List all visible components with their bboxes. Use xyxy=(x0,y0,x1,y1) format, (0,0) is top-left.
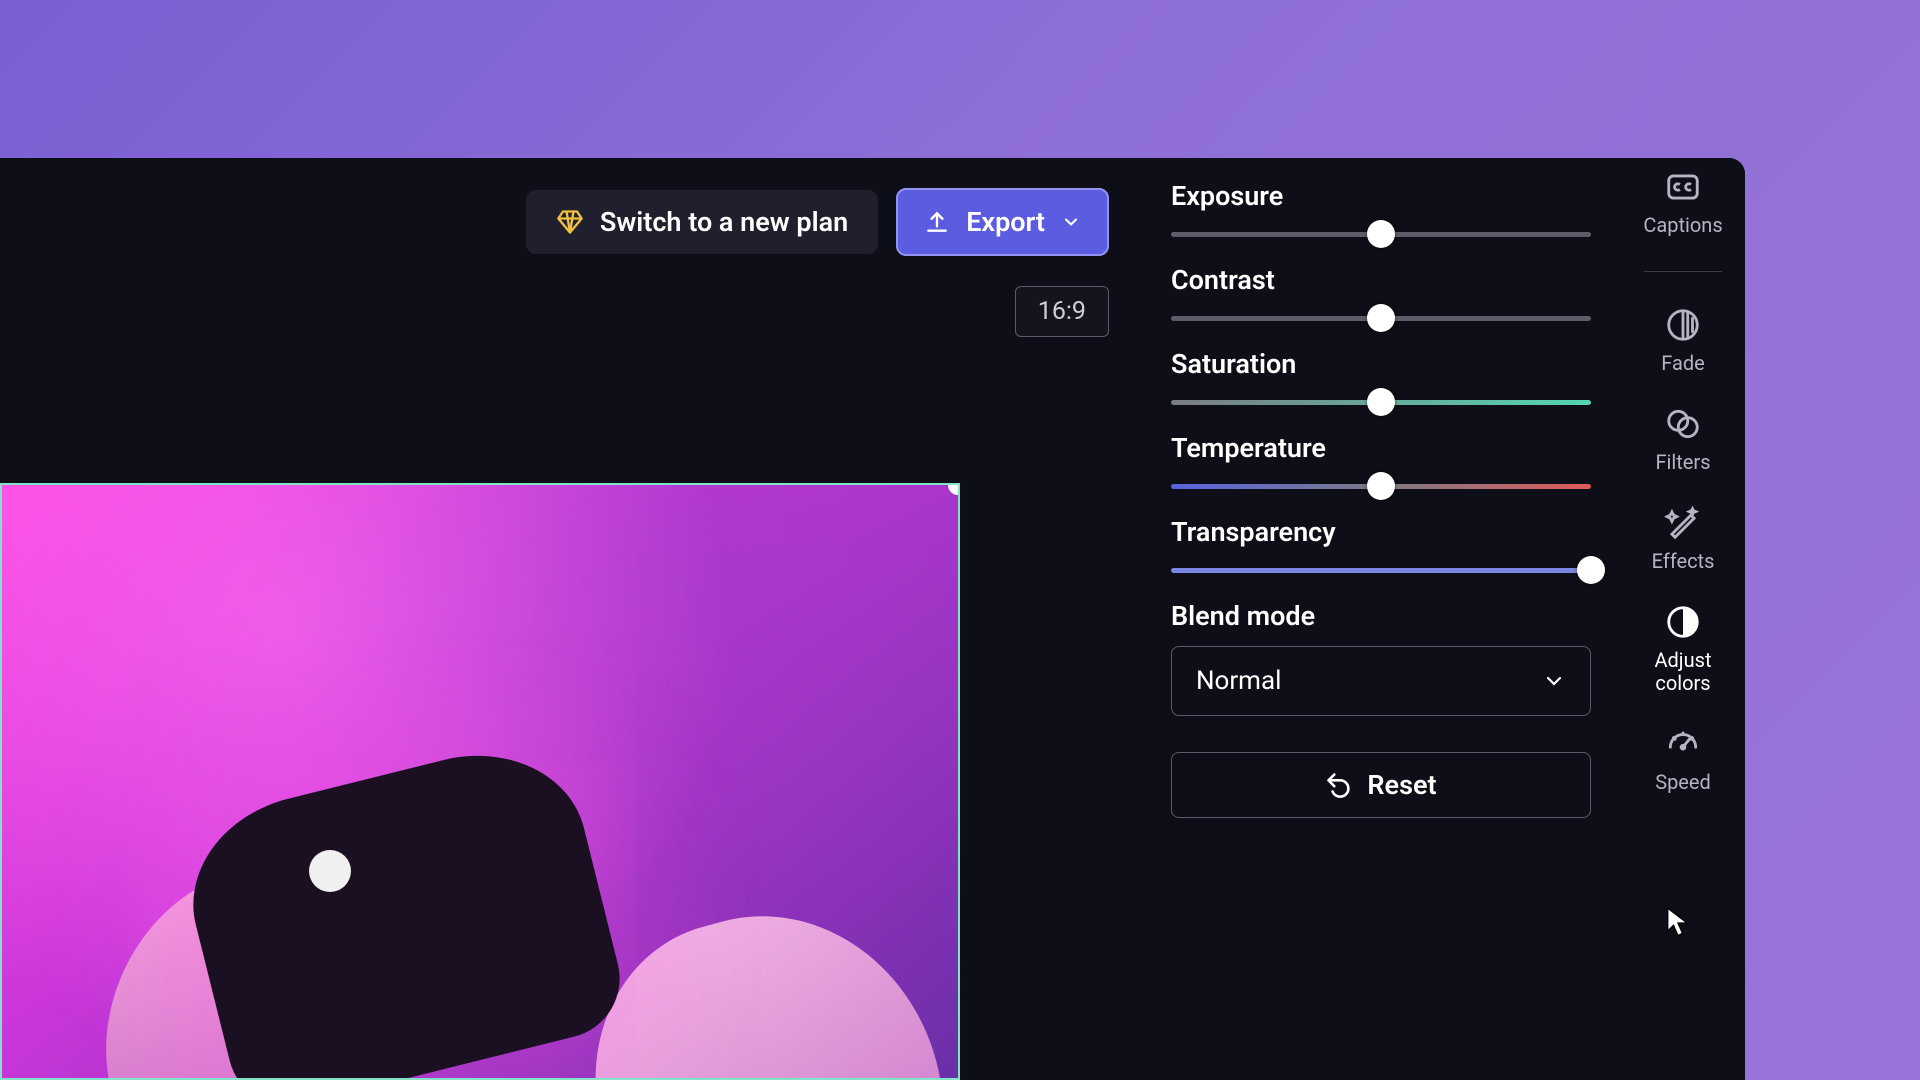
topbar: Switch to a new plan Export xyxy=(526,188,1109,256)
rail-label: Adjust colors xyxy=(1643,649,1723,695)
transparency-slider[interactable] xyxy=(1171,562,1591,578)
chevron-down-icon xyxy=(1061,212,1081,232)
rail-label: Captions xyxy=(1643,214,1722,237)
effects-icon xyxy=(1664,504,1702,542)
main-canvas-area: Switch to a new plan Export 16:9 xyxy=(0,158,1141,1080)
rail-item-adjust-colors[interactable]: Adjust colors xyxy=(1621,603,1745,695)
exposure-label: Exposure xyxy=(1171,180,1591,212)
aspect-ratio-label: 16:9 xyxy=(1038,297,1086,326)
transparency-label: Transparency xyxy=(1171,516,1591,548)
upload-icon xyxy=(924,209,950,235)
temperature-slider[interactable] xyxy=(1171,478,1591,494)
rail-item-fade[interactable]: Fade xyxy=(1621,306,1745,375)
transparency-group: Transparency xyxy=(1171,516,1591,578)
temperature-label: Temperature xyxy=(1171,432,1591,464)
temperature-group: Temperature xyxy=(1171,432,1591,494)
tool-rail: Captions Fade Filters Effects Adjust col… xyxy=(1621,158,1745,1080)
aspect-ratio-button[interactable]: 16:9 xyxy=(1015,286,1109,337)
rail-label: Fade xyxy=(1661,352,1705,375)
rail-item-effects[interactable]: Effects xyxy=(1621,504,1745,573)
xbox-logo-icon xyxy=(309,850,351,892)
fade-icon xyxy=(1664,306,1702,344)
reset-label: Reset xyxy=(1367,769,1436,801)
blend-mode-label: Blend mode xyxy=(1171,600,1591,632)
rail-item-captions[interactable]: Captions xyxy=(1621,168,1745,237)
saturation-group: Saturation xyxy=(1171,348,1591,410)
speed-icon xyxy=(1664,725,1702,763)
slider-thumb[interactable] xyxy=(1367,220,1395,248)
switch-plan-label: Switch to a new plan xyxy=(600,206,848,238)
captions-icon xyxy=(1664,168,1702,206)
contrast-group: Contrast xyxy=(1171,264,1591,326)
adjust-panel: Exposure Contrast Saturation Temperature xyxy=(1141,158,1621,1080)
slider-thumb[interactable] xyxy=(1367,472,1395,500)
rail-label: Filters xyxy=(1655,451,1710,474)
reset-button[interactable]: Reset xyxy=(1171,752,1591,818)
filters-icon xyxy=(1664,405,1702,443)
diamond-icon xyxy=(556,208,584,236)
rail-label: Effects xyxy=(1652,550,1715,573)
blend-mode-value: Normal xyxy=(1196,666,1281,696)
switch-plan-button[interactable]: Switch to a new plan xyxy=(526,190,878,254)
rail-label: Speed xyxy=(1655,771,1711,794)
slider-thumb[interactable] xyxy=(1577,556,1605,584)
saturation-slider[interactable] xyxy=(1171,394,1591,410)
video-preview[interactable] xyxy=(0,483,960,1080)
rail-divider xyxy=(1644,271,1722,272)
undo-icon xyxy=(1325,771,1353,799)
exposure-slider[interactable] xyxy=(1171,226,1591,242)
rail-item-speed[interactable]: Speed xyxy=(1621,725,1745,794)
app-window: Switch to a new plan Export 16:9 Exposur… xyxy=(0,158,1745,1080)
saturation-label: Saturation xyxy=(1171,348,1591,380)
blend-mode-group: Blend mode Normal xyxy=(1171,600,1591,716)
export-label: Export xyxy=(966,206,1045,238)
chevron-down-icon xyxy=(1542,669,1566,693)
contrast-slider[interactable] xyxy=(1171,310,1591,326)
rail-item-filters[interactable]: Filters xyxy=(1621,405,1745,474)
contrast-label: Contrast xyxy=(1171,264,1591,296)
adjust-colors-icon xyxy=(1664,603,1702,641)
slider-thumb[interactable] xyxy=(1367,388,1395,416)
export-button[interactable]: Export xyxy=(896,188,1109,256)
blend-mode-select[interactable]: Normal xyxy=(1171,646,1591,716)
exposure-group: Exposure xyxy=(1171,180,1591,242)
slider-thumb[interactable] xyxy=(1367,304,1395,332)
